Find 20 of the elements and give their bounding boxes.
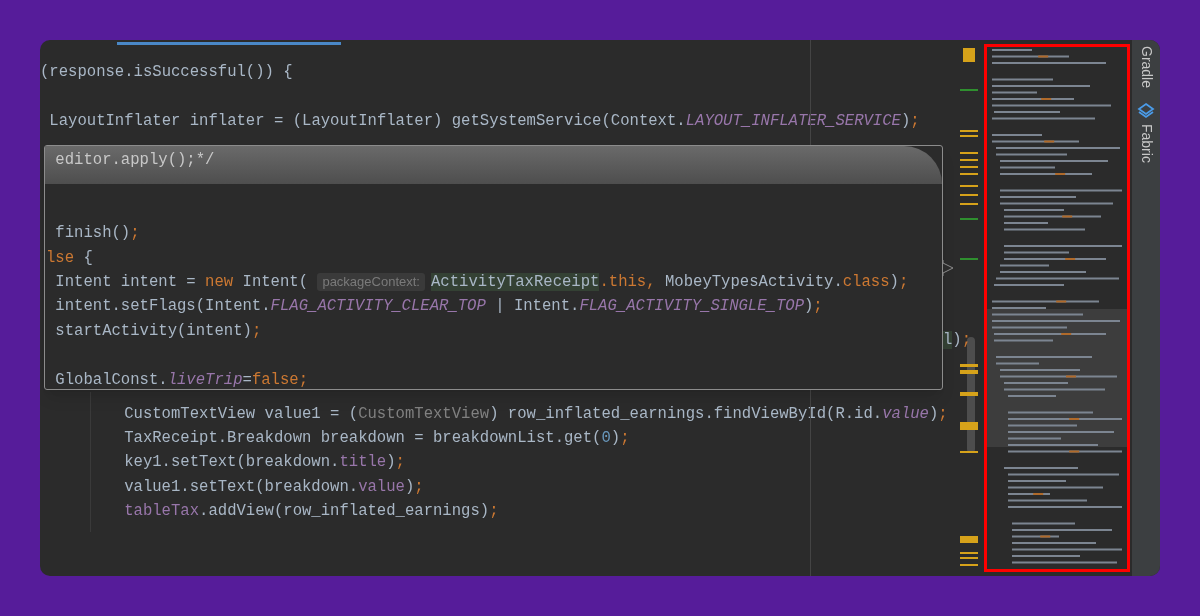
code-text: key1.setText(breakdown.title);	[124, 452, 405, 474]
code-text: CustomTextView value1 = (CustomTextView) row_inflated_earnings.findViewById(R.id.value);	[124, 403, 948, 425]
parameter-hint: packageContext:	[317, 273, 425, 292]
code-text: Intent intent = new Intent(	[54, 271, 310, 293]
layers-icon	[1137, 102, 1155, 121]
code-text: editor.apply();*/	[54, 150, 215, 171]
code-text: startActivity(intent);	[54, 320, 262, 342]
code-text: LayoutInflater inflater = (LayoutInflater) getSystemService(Context.LAYOUT_INFLATER_SERVICE);	[48, 110, 920, 132]
tool-window-tab[interactable]: Fabric	[1135, 102, 1157, 163]
code-text: value1.setText(breakdown.value);	[124, 476, 424, 498]
code-text: ActivityTaxReceipt.this, MobeyTypesActivity.class);	[431, 271, 909, 293]
code-text: lse {	[46, 247, 93, 269]
code-text: GlobalConst.liveTrip=false;	[54, 369, 309, 391]
code-text: intent.setFlags(Intent.FLAG_ACTIVITY_CLEAR_TOP | Intent.FLAG_ACTIVITY_SINGLE_TOP);	[54, 296, 823, 318]
code-text: tableTax.addView(row_inflated_earnings);	[124, 501, 499, 523]
tool-window-tab[interactable]: Gradle	[1135, 46, 1157, 89]
code-text: finish();	[54, 223, 140, 245]
code-text: (response.isSuccessful()) {	[40, 62, 293, 83]
code-text: TaxReceipt.Breakdown breakdown = breakdownList.get(0);	[124, 427, 630, 449]
code-text: l);	[943, 330, 972, 351]
